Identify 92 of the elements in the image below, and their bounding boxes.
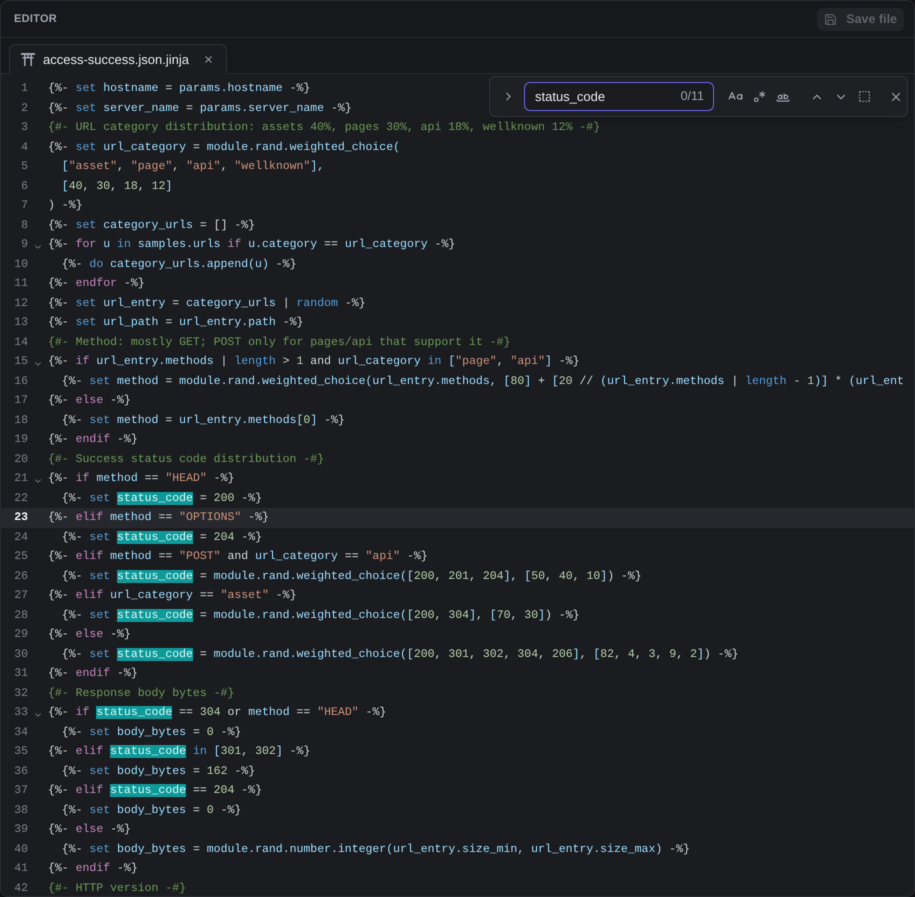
line-number: 2: [20, 100, 28, 116]
line-number: 41: [13, 861, 28, 877]
code-line: {%- if method == "HEAD" -%}: [48, 471, 234, 487]
line-number: 32: [13, 686, 28, 702]
line-number: 35: [13, 744, 28, 760]
code-line: {#- URL category distribution: assets 40%, pages 30%, api 18%, wellknown 12% -#}: [48, 120, 600, 136]
line-number: 39: [13, 822, 28, 838]
code-line: {%- endfor -%}: [48, 276, 145, 292]
code-line: {%- elif url_category == "asset" -%}: [48, 588, 296, 604]
line-number: 21: [13, 471, 28, 487]
code-line: {%- endif -%}: [48, 666, 138, 682]
code-line: {%- for u in samples.urls if u.category == url_category -%}: [48, 237, 456, 253]
code-line: {%- else -%}: [48, 393, 131, 409]
code-line: {%- else -%}: [48, 822, 131, 838]
code-line: {%- elif status_code == 204 -%}: [48, 783, 262, 799]
code-line: {%- set body_bytes = 162 -%}: [60, 764, 256, 780]
torii-gate-icon: [21, 53, 35, 66]
line-number: 5: [20, 159, 28, 175]
line-number: 12: [13, 296, 28, 312]
code-line: {%- do category_urls.append(u) -%}: [60, 256, 296, 272]
find-in-selection-icon[interactable]: [858, 90, 871, 103]
code-line: {#- HTTP version -#}: [48, 880, 186, 896]
code-line: {%- set status_code = module.rand.weighted_choice([200, 301, 302, 304, 206], [82, 4, 3, 9, 2]) -%}: [60, 646, 738, 662]
regex-icon[interactable]: [753, 90, 766, 103]
line-number: 22: [13, 490, 28, 506]
line-number: 28: [13, 608, 28, 624]
line-number: 30: [13, 646, 28, 662]
code-line: {%- set url_path = url_entry.path -%}: [48, 315, 304, 331]
close-tab-icon[interactable]: [202, 54, 214, 65]
line-number: 33: [13, 705, 28, 721]
line-number: 18: [13, 412, 28, 428]
line-number: 38: [13, 802, 28, 818]
line-number: 4: [20, 140, 28, 156]
code-line: {%- set hostname = params.hostname -%}: [48, 81, 310, 97]
code-line: {%- elif method == "OPTIONS" -%}: [48, 510, 269, 526]
line-number: 10: [13, 256, 28, 272]
line-number: 15: [13, 354, 28, 370]
code-line: {%- endif -%}: [48, 432, 138, 448]
line-number: 7: [20, 198, 28, 214]
line-number: 37: [13, 783, 28, 799]
match-count: 0/11: [680, 89, 704, 104]
line-number: 23: [13, 510, 28, 526]
code-line: {%- endif -%}: [48, 861, 138, 877]
line-number: 26: [13, 568, 28, 584]
code-line: {%- set body_bytes = 0 -%}: [60, 724, 242, 740]
line-number: 31: [13, 666, 28, 682]
line-number: 13: [13, 315, 28, 331]
code-line: {#- Method: mostly GET; POST only for pages/api that support it -#}: [48, 334, 510, 350]
line-number: 29: [13, 627, 28, 643]
line-number: 34: [13, 724, 28, 740]
save-icon: [824, 12, 838, 26]
line-number: 8: [20, 218, 28, 234]
line-number: 6: [20, 178, 28, 194]
code-line: {%- set status_code = module.rand.weighted_choice([200, 201, 204], [50, 40, 10]) -%}: [60, 568, 642, 584]
line-number: 36: [13, 764, 28, 780]
file-tab[interactable]: access-success.json.jinja: [9, 44, 227, 74]
line-number: 40: [13, 842, 28, 858]
line-number: 1: [20, 81, 28, 97]
line-number: 27: [13, 588, 28, 604]
code-line: {#- Response body bytes -#}: [48, 686, 234, 702]
code-line: [40, 30, 18, 12]: [60, 178, 172, 194]
code-line: {%- set url_entry = category_urls | random -%}: [48, 296, 366, 312]
code-line: {%- set body_bytes = module.rand.number.integer(url_entry.size_min, url_entry.size_max) -%}: [60, 842, 690, 858]
line-number: 20: [13, 452, 28, 468]
line-number: 16: [13, 374, 28, 390]
code-line: {%- set status_code = 204 -%}: [60, 530, 262, 546]
code-line: {%- set category_urls = [] -%}: [48, 218, 256, 234]
code-line: {%- if status_code == 304 or method == "HEAD" -%}: [48, 705, 386, 721]
code-line: {%- else -%}: [48, 627, 131, 643]
line-number: 3: [20, 120, 28, 136]
code-line: ["asset", "page", "api", "wellknown"],: [60, 159, 324, 175]
code-line: {%- elif method == "POST" and url_category == "api" -%}: [48, 549, 428, 565]
line-number: 11: [13, 276, 28, 292]
line-number: 14: [13, 334, 28, 350]
line-number: 17: [13, 393, 28, 409]
line-number: 9: [20, 237, 28, 253]
line-number: 19: [13, 432, 28, 448]
code-line: {%- set status_code = 200 -%}: [60, 490, 262, 506]
code-line: {%- elif status_code in [301, 302] -%}: [48, 744, 310, 760]
code-line: {%- set status_code = module.rand.weighted_choice([200, 304], [70, 30]) -%}: [60, 608, 580, 624]
code-line: ) -%}: [48, 198, 83, 214]
panel-title: EDITOR: [14, 12, 58, 27]
code-line: {#- Success status code distribution -#}: [48, 452, 324, 468]
code-line: {%- set server_name = params.server_name -%}: [48, 100, 352, 116]
line-number: 25: [13, 549, 28, 565]
code-line: {%- set url_category = module.rand.weighted_choice(: [48, 140, 400, 156]
code-line: {%- if url_entry.methods | length > 1 and url_category in ["page", "api"] -%}: [48, 354, 580, 370]
line-number: 42: [13, 880, 28, 896]
code-line: {%- set method = url_entry.methods[0] -%}: [60, 412, 345, 428]
line-number: 24: [13, 530, 28, 546]
code-line: {%- set body_bytes = 0 -%}: [60, 802, 242, 818]
code-line: {%- set method = module.rand.weighted_choice(url_entry.methods, [80] + [20 // (url_entry.methods | length - 1)] * (url_ent: [60, 374, 904, 390]
